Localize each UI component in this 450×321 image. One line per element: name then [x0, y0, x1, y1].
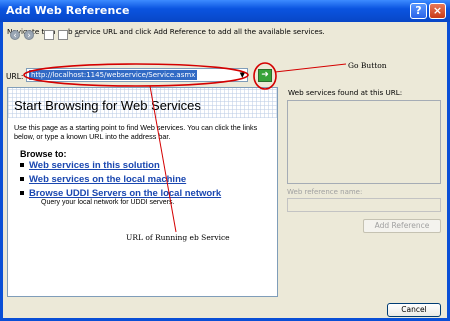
refresh-icon[interactable]: [58, 30, 68, 40]
bullet-icon: [20, 191, 24, 196]
link-label[interactable]: Web services in this solution: [29, 160, 160, 171]
home-icon[interactable]: ⌂: [72, 30, 82, 40]
bullet-icon: [20, 177, 24, 182]
window-title: Add Web Reference: [6, 4, 130, 17]
link-label[interactable]: Browse UDDI Servers on the local network: [29, 188, 221, 199]
url-annotation: URL of Running eb Service: [126, 233, 230, 242]
chevron-down-icon[interactable]: ▼: [240, 71, 245, 79]
link-label[interactable]: Web services on the local machine: [29, 174, 186, 185]
add-reference-button[interactable]: Add Reference: [363, 219, 441, 233]
services-found-list[interactable]: [287, 100, 441, 184]
browser-description: Use this page as a starting point to fin…: [14, 123, 258, 141]
back-icon[interactable]: ‹: [10, 30, 20, 41]
uddi-description: Query your local network for UDDI server…: [41, 199, 175, 206]
arrow-right-icon: ➜: [261, 70, 269, 80]
stop-icon[interactable]: [44, 30, 54, 40]
services-found-label: Web services found at this URL:: [288, 88, 403, 97]
title-bar: Add Web Reference ? ×: [0, 0, 450, 22]
link-uddi-servers[interactable]: Browse UDDI Servers on the local network: [20, 188, 221, 199]
go-button-annotation: Go Button: [348, 61, 387, 70]
reference-name-label: Web reference name:: [287, 188, 363, 196]
browser-title: Start Browsing for Web Services: [14, 98, 201, 113]
url-value: http://localhost:1145/webservice/Service…: [29, 70, 198, 80]
browse-to-heading: Browse to:: [20, 149, 67, 159]
close-button[interactable]: ×: [429, 3, 446, 19]
browser-header: Start Browsing for Web Services: [8, 88, 277, 118]
reference-name-input[interactable]: [287, 198, 441, 212]
go-button[interactable]: ➜: [258, 69, 272, 82]
url-label: URL:: [6, 72, 24, 81]
link-solution-services[interactable]: Web services in this solution: [20, 160, 160, 171]
cancel-button[interactable]: Cancel: [387, 303, 441, 317]
forward-icon[interactable]: ›: [24, 30, 34, 41]
help-button[interactable]: ?: [410, 3, 427, 19]
browser-pane: Start Browsing for Web Services Use this…: [7, 87, 278, 297]
link-local-machine-services[interactable]: Web services on the local machine: [20, 174, 186, 185]
url-input[interactable]: http://localhost:1145/webservice/Service…: [26, 68, 248, 82]
instruction-text: Navigate to a web service URL and click …: [7, 27, 325, 36]
bullet-icon: [20, 163, 24, 168]
